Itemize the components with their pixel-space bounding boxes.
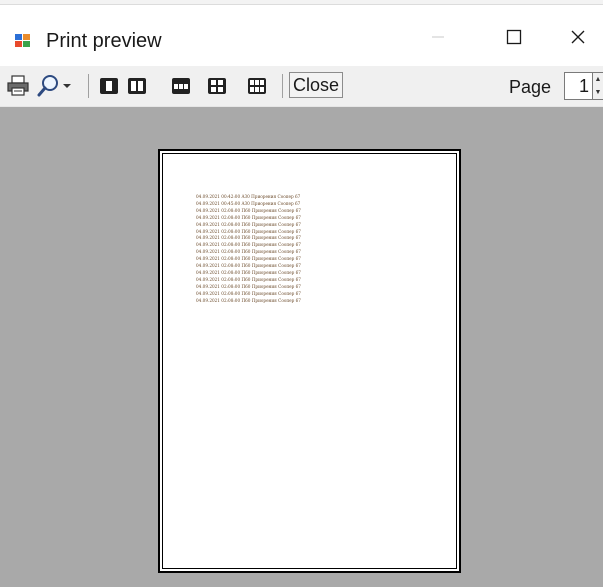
spin-up-icon[interactable]: ▲ [593,73,603,86]
close-preview-button[interactable]: Close [289,72,343,98]
printed-line: 04.09.2021 02:08:00 П60 Приорения Соопер… [196,290,301,296]
toolbar-separator [282,74,283,98]
minimize-icon [432,36,444,38]
four-pages-button[interactable] [204,72,230,100]
maximize-button[interactable] [486,17,542,57]
page-spinner[interactable]: ▲ ▼ [592,73,603,99]
chevron-down-icon [63,84,71,88]
page-number-input[interactable]: 1 ▲ ▼ [564,72,603,100]
six-pages-icon [248,78,266,94]
toolbar: Close Page 1 ▲ ▼ [0,66,603,107]
three-pages-button[interactable] [168,72,194,100]
zoom-dropdown[interactable] [32,72,76,100]
two-pages-icon [128,78,146,94]
printed-text-block: 04.09.2021 00:42:00 A30 Приорения Соопер… [196,194,326,305]
maximize-icon [506,29,522,45]
printed-line: 04.09.2021 02:08:00 П60 Приорения Соопер… [196,221,301,227]
printed-line: 04.09.2021 02:08:00 П60 Приорения Соопер… [196,297,301,303]
print-preview-app-icon [15,34,30,47]
printed-line: 04.09.2021 02:08:00 П60 Приорения Соопер… [196,283,301,289]
printed-line: 04.09.2021 02:08:00 П60 Приорения Соопер… [196,214,301,220]
print-button[interactable] [4,72,32,100]
printed-line: 04.09.2021 02:08:00 П60 Приорения Соопер… [196,207,301,213]
printed-line: 04.09.2021 02:08:00 П60 Приорения Соопер… [196,269,301,275]
page-label: Page [509,77,552,97]
toolbar-separator [88,74,89,98]
preview-canvas[interactable]: 04.09.2021 00:42:00 A30 Приорения Соопер… [0,107,603,587]
window-title: Print preview [46,30,162,52]
printed-line: 04.09.2021 02:08:00 П60 Приорения Соопер… [196,235,301,241]
printed-line: 04.09.2021 02:08:00 П60 Приорения Соопер… [196,242,301,248]
printed-line: 04.09.2021 02:08:00 П60 Приорения Соопер… [196,256,301,262]
preview-page: 04.09.2021 00:42:00 A30 Приорения Соопер… [158,149,461,573]
spin-down-icon[interactable]: ▼ [593,86,603,99]
page-number-value: 1 [578,76,589,96]
two-pages-button[interactable] [124,72,150,100]
four-pages-icon [208,78,226,94]
three-pages-icon [172,78,190,94]
six-pages-button[interactable] [244,72,270,100]
magnifier-icon [37,75,58,97]
printed-line: 04.09.2021 02:08:00 П60 Приорения Соопер… [196,263,301,269]
printed-line: 04.09.2021 00:45:00 A30 Приорения Соопер… [196,200,301,206]
printer-icon [7,75,29,96]
one-page-button[interactable] [96,72,122,100]
printed-line: 04.09.2021 02:08:00 П60 Приорения Соопер… [196,249,301,255]
close-window-button[interactable] [552,17,603,57]
title-bar: Print preview [0,5,603,63]
printed-line: 04.09.2021 02:08:00 П60 Приорения Соопер… [196,228,301,234]
printed-line: 04.09.2021 00:42:00 A30 Приорения Соопер… [196,194,301,199]
printed-line: 04.09.2021 02:08:00 П60 Приорения Соопер… [196,276,301,282]
one-page-icon [100,78,118,94]
close-icon [571,30,584,44]
minimize-button[interactable] [410,17,466,57]
